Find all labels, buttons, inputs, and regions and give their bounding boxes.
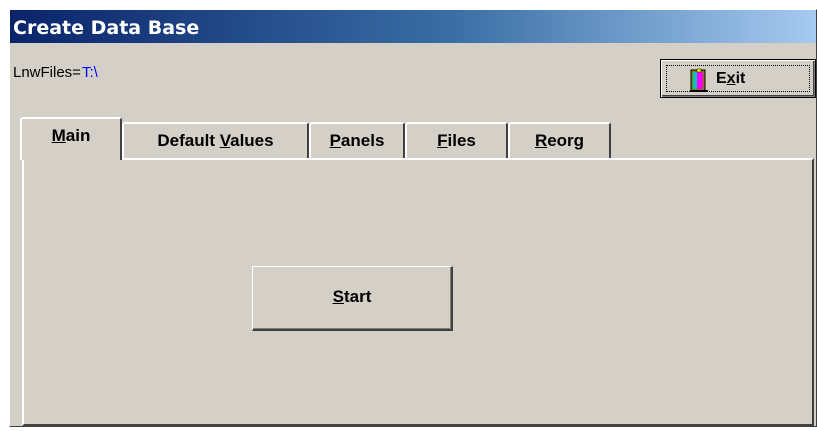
tab-reorg[interactable]: Reorg [508, 122, 611, 159]
create-database-window: Create Data Base LnwFiles= T:\ Exit Main… [9, 9, 817, 427]
exit-button-label: Exit [716, 70, 746, 87]
tab-default-values[interactable]: Default Values [122, 122, 309, 159]
tab-main[interactable]: Main [20, 117, 122, 160]
lnwfiles-label: LnwFiles= [13, 64, 81, 81]
exit-button[interactable]: Exit [660, 59, 816, 98]
window-title: Create Data Base [13, 17, 200, 39]
start-button[interactable]: Start [252, 266, 453, 331]
main-tab-panel: Start [22, 158, 814, 426]
lnwfiles-path-value: T:\ [82, 64, 98, 81]
title-bar[interactable]: Create Data Base [10, 10, 816, 43]
exit-door-icon [690, 68, 708, 92]
tab-panels[interactable]: Panels [309, 122, 405, 159]
tab-files[interactable]: Files [405, 122, 508, 159]
